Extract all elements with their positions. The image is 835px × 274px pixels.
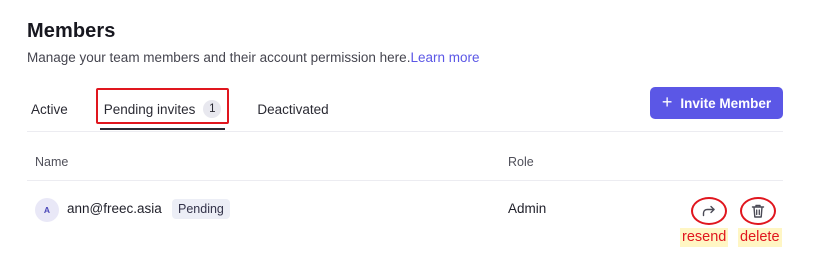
subtitle-text: Manage your team members and their accou… [27,50,411,65]
plus-icon: + [661,92,673,112]
tab-deactivated-label: Deactivated [257,101,329,117]
tabs-divider [27,131,783,132]
status-badge: Pending [172,199,230,219]
resend-annotation-label: resend [680,228,729,247]
pending-count-badge: 1 [203,100,222,118]
avatar: A [35,198,59,222]
tab-pending-invites-label: Pending invites [103,101,196,117]
table-row: A ann@freec.asia Pending Admin [27,181,783,239]
delete-annotation-label: delete [738,228,782,247]
column-header-name: Name [35,155,69,169]
resend-invite-button[interactable] [691,197,727,225]
column-header-role: Role [508,155,534,169]
member-role: Admin [508,201,547,216]
invite-member-button[interactable]: + Invite Member [650,87,783,119]
tab-bar: Active Pending invites 1 Deactivated [27,88,333,130]
page-subtitle: Manage your team members and their accou… [27,50,480,65]
share-arrow-icon [702,205,715,217]
invite-member-label: Invite Member [680,95,772,111]
page-title: Members [27,20,116,42]
tab-active-label: Active [31,101,68,117]
trash-icon [751,204,765,218]
tab-active[interactable]: Active [27,88,72,130]
member-email: ann@freec.asia [67,201,162,216]
tab-pending-invites[interactable]: Pending invites 1 [99,88,226,130]
learn-more-link[interactable]: Learn more [410,50,479,65]
tab-deactivated[interactable]: Deactivated [253,88,332,130]
delete-invite-button[interactable] [740,197,776,225]
